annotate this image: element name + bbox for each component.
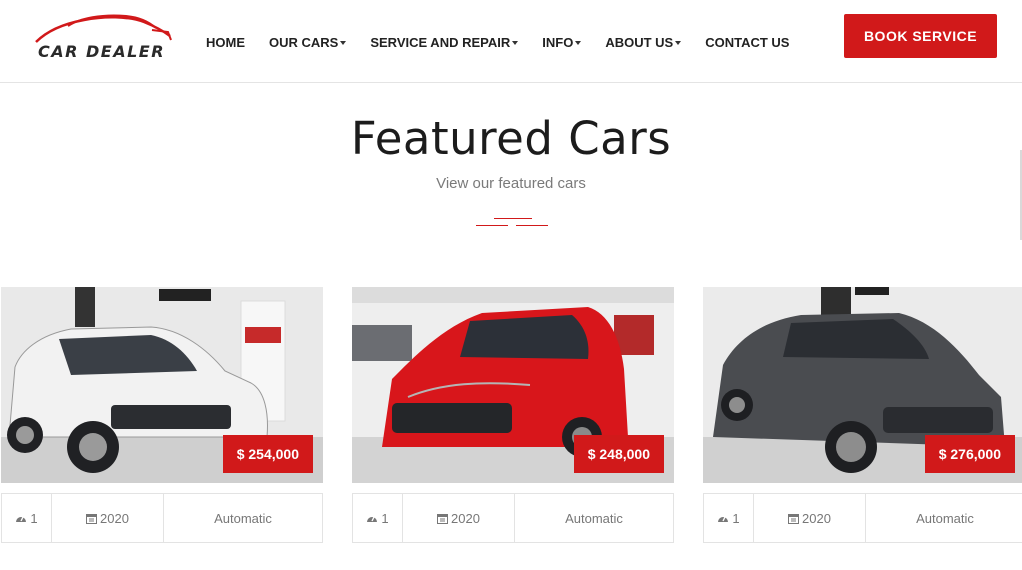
nav-info-label: INFO (542, 35, 574, 50)
nav-service-repair[interactable]: SERVICE AND REPAIR (370, 35, 519, 50)
nav-home-label: HOME (206, 35, 245, 50)
spec-transmission-value: Automatic (565, 510, 623, 526)
spec-year-value: 2020 (100, 510, 129, 526)
nav-contact-us-label: CONTACT US (705, 35, 790, 50)
nav-about-us[interactable]: ABOUT US (605, 35, 682, 50)
spec-year: 2020 (52, 494, 164, 542)
car-specs: 1 2020 Automatic (703, 493, 1022, 543)
spec-year: 2020 (403, 494, 515, 542)
section-subtitle: View our featured cars (436, 175, 586, 192)
spec-transmission: Automatic (164, 494, 322, 542)
car-specs: 1 2020 Automatic (352, 493, 674, 543)
car-card[interactable]: $ 254,000 1 2020 Automatic (1, 287, 323, 543)
main-nav: HOME OUR CARS SERVICE AND REPAIR INFO AB… (206, 35, 789, 50)
caret-down-icon (575, 41, 582, 45)
car-specs: 1 2020 Automatic (1, 493, 323, 543)
site-header: CAR DEALER HOME OUR CARS SERVICE AND REP… (0, 0, 1022, 83)
tachometer-icon (16, 516, 27, 522)
spec-owners-value: 1 (30, 510, 38, 526)
calendar-icon (437, 513, 449, 524)
tachometer-icon (718, 516, 729, 522)
nav-contact-us[interactable]: CONTACT US (705, 35, 789, 50)
title-divider (476, 218, 548, 228)
spec-owners-value: 1 (732, 510, 740, 526)
car-dealer-logo[interactable]: CAR DEALER (32, 12, 174, 64)
car-price: $ 248,000 (573, 435, 664, 473)
spec-year-value: 2020 (802, 510, 831, 526)
nav-about-us-label: ABOUT US (605, 35, 674, 50)
nav-our-cars[interactable]: OUR CARS (269, 35, 347, 50)
book-service-button[interactable]: BOOK SERVICE (844, 14, 997, 58)
calendar-icon (86, 513, 98, 524)
caret-down-icon (512, 41, 519, 45)
car-card[interactable]: $ 248,000 1 2020 Automatic (352, 287, 674, 543)
caret-down-icon (340, 41, 347, 45)
spec-owners: 1 (704, 494, 754, 542)
spec-owners: 1 (353, 494, 403, 542)
spec-transmission-value: Automatic (916, 510, 974, 526)
section-title: Featured Cars (350, 112, 672, 165)
car-photo[interactable]: $ 248,000 (352, 287, 674, 483)
spec-owners: 1 (2, 494, 52, 542)
spec-owners-value: 1 (381, 510, 389, 526)
nav-service-repair-label: SERVICE AND REPAIR (370, 35, 511, 50)
car-price: $ 254,000 (222, 435, 313, 473)
spec-year: 2020 (754, 494, 866, 542)
calendar-icon (788, 513, 800, 524)
car-photo[interactable]: $ 254,000 (1, 287, 323, 483)
car-photo[interactable]: $ 276,000 (703, 287, 1022, 483)
car-card[interactable]: $ 276,000 1 2020 Automatic (703, 287, 1022, 543)
spec-transmission: Automatic (515, 494, 673, 542)
logo-text: CAR DEALER (38, 42, 166, 61)
car-price: $ 276,000 (924, 435, 1015, 473)
nav-our-cars-label: OUR CARS (269, 35, 339, 50)
spec-year-value: 2020 (451, 510, 480, 526)
nav-info[interactable]: INFO (542, 35, 582, 50)
car-silhouette-icon (35, 14, 172, 43)
nav-home[interactable]: HOME (206, 35, 245, 50)
caret-down-icon (675, 41, 682, 45)
tachometer-icon (367, 516, 378, 522)
spec-transmission: Automatic (866, 494, 1022, 542)
spec-transmission-value: Automatic (214, 510, 272, 526)
